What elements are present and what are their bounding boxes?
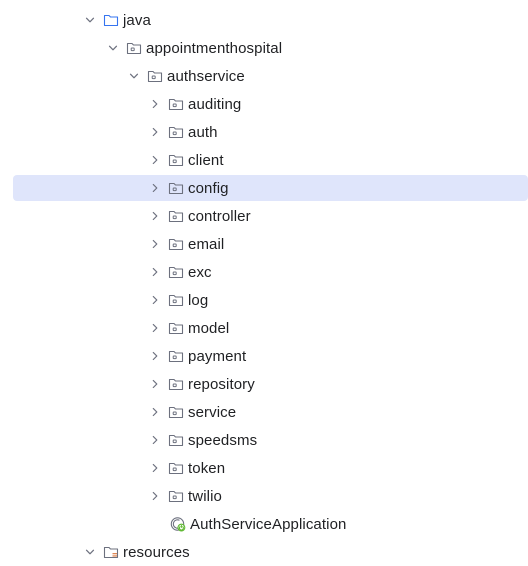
- chevron-right-icon[interactable]: [148, 209, 162, 223]
- tree-node-client[interactable]: client: [0, 146, 528, 174]
- chevron-right-icon[interactable]: [148, 349, 162, 363]
- selection-highlight: [13, 175, 528, 201]
- tree-node-log[interactable]: log: [0, 286, 528, 314]
- tree-node-java[interactable]: java: [0, 6, 528, 34]
- package-icon: [168, 488, 184, 504]
- tree-node-resources[interactable]: resources: [0, 538, 528, 566]
- chevron-down-icon[interactable]: [83, 13, 97, 27]
- package-icon: [168, 152, 184, 168]
- tree-node-auditing[interactable]: auditing: [0, 90, 528, 118]
- tree-node-label: appointmenthospital: [146, 39, 283, 57]
- tree-node-label: AuthServiceApplication: [190, 515, 347, 533]
- tree-node-label: config: [188, 179, 229, 197]
- tree-node-label: email: [188, 235, 225, 253]
- package-icon: [168, 320, 184, 336]
- tree-node-label: speedsms: [188, 431, 258, 449]
- tree-node-service[interactable]: service: [0, 398, 528, 426]
- tree-node-twilio[interactable]: twilio: [0, 482, 528, 510]
- package-icon: [168, 404, 184, 420]
- package-icon: [168, 460, 184, 476]
- tree-node-label: resources: [123, 543, 190, 561]
- chevron-right-icon[interactable]: [148, 377, 162, 391]
- package-icon: [168, 432, 184, 448]
- tree-node-label: token: [188, 459, 226, 477]
- tree-node-authserviceapplication[interactable]: AuthServiceApplication: [0, 510, 528, 538]
- tree-node-label: exc: [188, 263, 212, 281]
- tree-node-label: model: [188, 319, 230, 337]
- package-icon: [147, 68, 163, 84]
- tree-node-label: auth: [188, 123, 218, 141]
- chevron-right-icon[interactable]: [148, 489, 162, 503]
- chevron-right-icon[interactable]: [148, 265, 162, 279]
- package-icon: [168, 348, 184, 364]
- tree-node-appointmenthospital[interactable]: appointmenthospital: [0, 34, 528, 62]
- tree-node-label: client: [188, 151, 224, 169]
- chevron-right-icon[interactable]: [148, 237, 162, 251]
- chevron-right-icon[interactable]: [148, 125, 162, 139]
- package-icon: [168, 124, 184, 140]
- tree-node-label: twilio: [188, 487, 222, 505]
- chevron-down-icon[interactable]: [106, 41, 120, 55]
- package-icon: [168, 236, 184, 252]
- package-icon: [126, 40, 142, 56]
- tree-node-config[interactable]: config: [0, 174, 528, 202]
- tree-node-model[interactable]: model: [0, 314, 528, 342]
- spring-boot-class-icon: [170, 516, 186, 532]
- tree-node-label: repository: [188, 375, 255, 393]
- tree-node-payment[interactable]: payment: [0, 342, 528, 370]
- package-icon: [168, 264, 184, 280]
- chevron-right-icon[interactable]: [148, 461, 162, 475]
- tree-node-exc[interactable]: exc: [0, 258, 528, 286]
- package-icon: [168, 96, 184, 112]
- chevron-down-icon[interactable]: [83, 545, 97, 559]
- tree-node-authservice[interactable]: authservice: [0, 62, 528, 90]
- package-icon: [168, 376, 184, 392]
- chevron-right-icon[interactable]: [148, 97, 162, 111]
- chevron-right-icon[interactable]: [148, 433, 162, 447]
- chevron-right-icon[interactable]: [148, 321, 162, 335]
- project-tree: java appointmenthospital authservice aud…: [0, 6, 528, 566]
- chevron-right-icon[interactable]: [148, 181, 162, 195]
- package-icon: [168, 208, 184, 224]
- tree-node-label: payment: [188, 347, 247, 365]
- chevron-down-icon[interactable]: [127, 69, 141, 83]
- tree-node-label: service: [188, 403, 237, 421]
- tree-node-label: controller: [188, 207, 251, 225]
- tree-node-label: java: [123, 11, 151, 29]
- resources-folder-icon: [103, 544, 119, 560]
- chevron-right-icon[interactable]: [148, 405, 162, 419]
- tree-node-email[interactable]: email: [0, 230, 528, 258]
- package-icon: [168, 292, 184, 308]
- package-list: auditing auth client config controller email e…: [0, 90, 528, 510]
- tree-node-label: log: [188, 291, 209, 309]
- tree-node-auth[interactable]: auth: [0, 118, 528, 146]
- tree-node-repository[interactable]: repository: [0, 370, 528, 398]
- chevron-right-icon[interactable]: [148, 153, 162, 167]
- folder-icon: [103, 12, 119, 28]
- tree-node-label: auditing: [188, 95, 242, 113]
- tree-node-controller[interactable]: controller: [0, 202, 528, 230]
- package-icon: [168, 180, 184, 196]
- tree-node-label: authservice: [167, 67, 245, 85]
- chevron-right-icon[interactable]: [148, 293, 162, 307]
- tree-node-speedsms[interactable]: speedsms: [0, 426, 528, 454]
- tree-node-token[interactable]: token: [0, 454, 528, 482]
